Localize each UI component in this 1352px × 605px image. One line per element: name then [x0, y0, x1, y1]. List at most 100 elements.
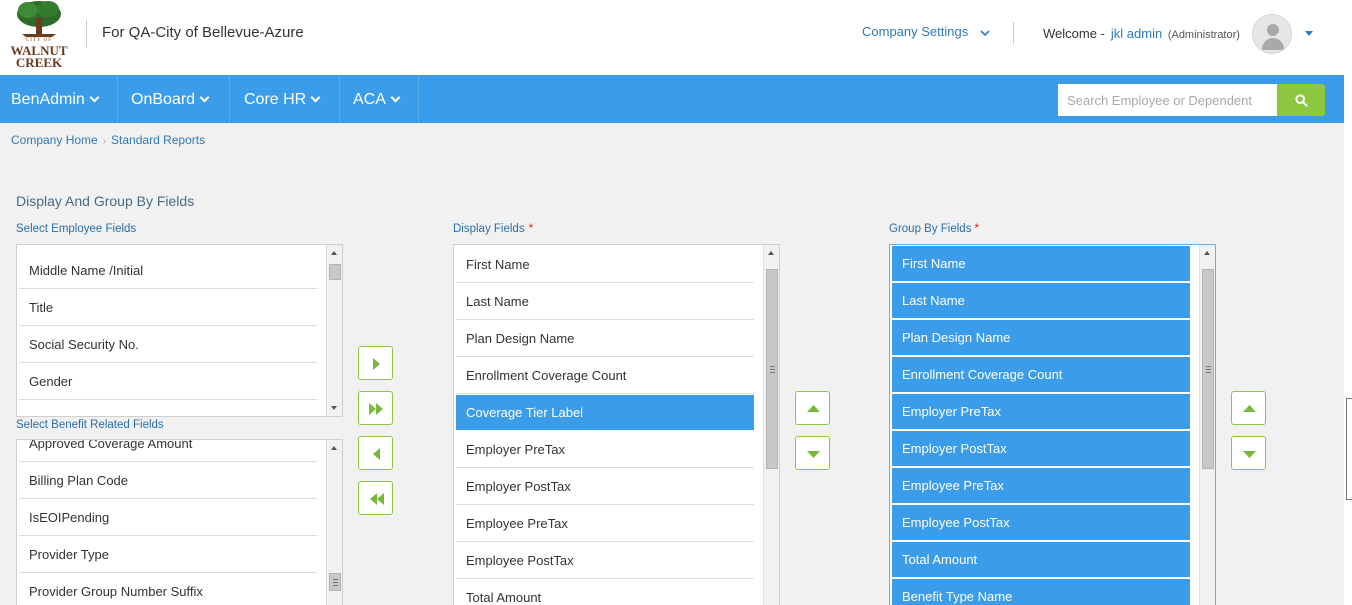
- display-fields-label-text: Display Fields: [453, 223, 525, 235]
- welcome-label: Welcome -: [1043, 26, 1105, 41]
- scroll-down-icon[interactable]: [331, 406, 337, 410]
- display-fields-list[interactable]: First Name Last Name Plan Design Name En…: [453, 244, 780, 605]
- group-move-up-button[interactable]: [1231, 391, 1266, 425]
- nav-aca[interactable]: ACA: [342, 75, 419, 123]
- list-item-selected[interactable]: Benefit Type Name: [892, 579, 1190, 605]
- breadcrumb: Company Home › Standard Reports: [11, 133, 205, 147]
- search-icon: [1295, 94, 1308, 107]
- list-item[interactable]: Title: [19, 290, 317, 326]
- list-item-selected[interactable]: Employer PreTax: [892, 394, 1190, 430]
- move-up-button[interactable]: [795, 391, 830, 425]
- grip-line: [770, 369, 775, 370]
- list-item[interactable]: Social Security No.: [19, 327, 317, 363]
- list-item[interactable]: IsEOIPending: [19, 500, 317, 536]
- breadcrumb-separator-icon: ›: [102, 136, 107, 147]
- scrollbar[interactable]: [1199, 245, 1215, 605]
- list-item[interactable]: Gender: [19, 364, 317, 400]
- list-item[interactable]: Employer PreTax: [456, 432, 754, 468]
- list-item[interactable]: Provider Type: [19, 537, 317, 573]
- search-button[interactable]: [1277, 84, 1325, 116]
- scroll-thumb[interactable]: [766, 269, 778, 469]
- nav-onboard[interactable]: OnBoard: [120, 75, 230, 123]
- breadcrumb-home[interactable]: Company Home: [11, 133, 98, 147]
- employee-fields-list[interactable]: Middle Name /Initial Title Social Securi…: [16, 244, 343, 417]
- nav-corehr-label: Core HR: [244, 91, 307, 108]
- list-item[interactable]: First Name: [456, 247, 754, 283]
- main-nav: BenAdmin OnBoard Core HR ACA: [0, 75, 1344, 123]
- list-item-selected[interactable]: Total Amount: [892, 542, 1190, 578]
- nav-benadmin-label: BenAdmin: [11, 91, 85, 108]
- grip-line: [333, 585, 338, 586]
- group-move-down-button[interactable]: [1231, 436, 1266, 470]
- caret-down-icon: [1243, 451, 1256, 458]
- list-item[interactable]: Total Amount: [456, 580, 754, 605]
- scrollbar[interactable]: [326, 440, 342, 605]
- list-item-selected[interactable]: First Name: [892, 246, 1190, 282]
- scroll-up-icon[interactable]: [1204, 251, 1210, 255]
- caret-left-icon: [373, 448, 380, 460]
- list-item[interactable]: Billing Plan Code: [19, 463, 317, 499]
- company-settings-menu[interactable]: Company Settings: [862, 24, 990, 39]
- caret-down-icon: [807, 451, 820, 458]
- add-all-button[interactable]: [358, 391, 393, 425]
- avatar-body: [1262, 38, 1284, 50]
- move-down-button[interactable]: [795, 436, 830, 470]
- list-item[interactable]: Employee PreTax: [456, 506, 754, 542]
- company-title: For QA-City of Bellevue-Azure: [102, 24, 304, 41]
- grip-line: [1206, 366, 1211, 367]
- scrollbar[interactable]: [326, 245, 342, 416]
- nav-onboard-label: OnBoard: [131, 91, 196, 108]
- list-item[interactable]: Enrollment Coverage Count: [456, 358, 754, 394]
- header-divider: [86, 20, 87, 48]
- avatar[interactable]: [1252, 14, 1292, 54]
- side-panel-handle[interactable]: [1346, 398, 1352, 500]
- scroll-up-icon[interactable]: [331, 446, 337, 450]
- nav-corehr[interactable]: Core HR: [233, 75, 340, 123]
- list-item[interactable]: Employer PostTax: [456, 469, 754, 505]
- group-by-fields-list[interactable]: First Name Last Name Plan Design Name En…: [889, 244, 1216, 605]
- list-item[interactable]: Last Name: [456, 284, 754, 320]
- required-marker: *: [528, 223, 534, 235]
- scroll-up-icon[interactable]: [331, 251, 337, 255]
- chevron-down-icon: [390, 92, 401, 103]
- scroll-thumb[interactable]: [1202, 269, 1214, 469]
- add-selected-button[interactable]: [358, 346, 393, 380]
- list-item[interactable]: Approved Coverage Amount: [19, 440, 317, 462]
- list-item-selected[interactable]: Enrollment Coverage Count: [892, 357, 1190, 393]
- list-item[interactable]: Plan Design Name: [456, 321, 754, 357]
- scroll-up-icon[interactable]: [768, 251, 774, 255]
- list-item-selected[interactable]: Plan Design Name: [892, 320, 1190, 356]
- list-item[interactable]: Employee PostTax: [456, 543, 754, 579]
- top-header: CITY OF WALNUT CREEK For QA-City of Bell…: [0, 0, 1352, 75]
- section-title: Display And Group By Fields: [16, 193, 195, 209]
- list-item[interactable]: Middle Name /Initial: [19, 253, 317, 289]
- breadcrumb-current[interactable]: Standard Reports: [111, 133, 205, 147]
- group-by-fields-label-text: Group By Fields: [889, 223, 972, 235]
- caret-up-icon: [807, 405, 820, 412]
- caret-down-icon[interactable]: [1305, 31, 1313, 36]
- tree-icon: [17, 1, 61, 37]
- scroll-thumb[interactable]: [329, 264, 341, 280]
- list-item-selected[interactable]: Employer PostTax: [892, 431, 1190, 467]
- list-item-selected[interactable]: Employee PostTax: [892, 505, 1190, 541]
- city-logo[interactable]: CITY OF WALNUT CREEK: [10, 0, 68, 72]
- caret-right-icon: [373, 358, 380, 370]
- user-name-link[interactable]: jkl admin: [1111, 26, 1162, 41]
- required-marker: *: [974, 223, 979, 235]
- company-settings-label: Company Settings: [862, 24, 969, 39]
- nav-benadmin[interactable]: BenAdmin: [0, 75, 118, 123]
- remove-all-button[interactable]: [358, 481, 393, 515]
- list-item-selected[interactable]: Coverage Tier Label: [456, 395, 754, 431]
- scroll-thumb[interactable]: [329, 573, 341, 591]
- benefit-fields-list[interactable]: Approved Coverage Amount Billing Plan Co…: [16, 439, 343, 605]
- list-item[interactable]: [19, 401, 317, 416]
- list-item[interactable]: Provider Group Number Suffix: [19, 574, 317, 605]
- scrollbar[interactable]: [763, 245, 779, 605]
- remove-selected-button[interactable]: [358, 436, 393, 470]
- display-fields-label: Display Fields *: [453, 223, 533, 235]
- employee-fields-label: Select Employee Fields: [16, 223, 137, 235]
- list-item-selected[interactable]: Employee PreTax: [892, 468, 1190, 504]
- list-item-selected[interactable]: Last Name: [892, 283, 1190, 319]
- chevron-down-icon: [199, 92, 210, 103]
- search-input[interactable]: [1058, 84, 1277, 116]
